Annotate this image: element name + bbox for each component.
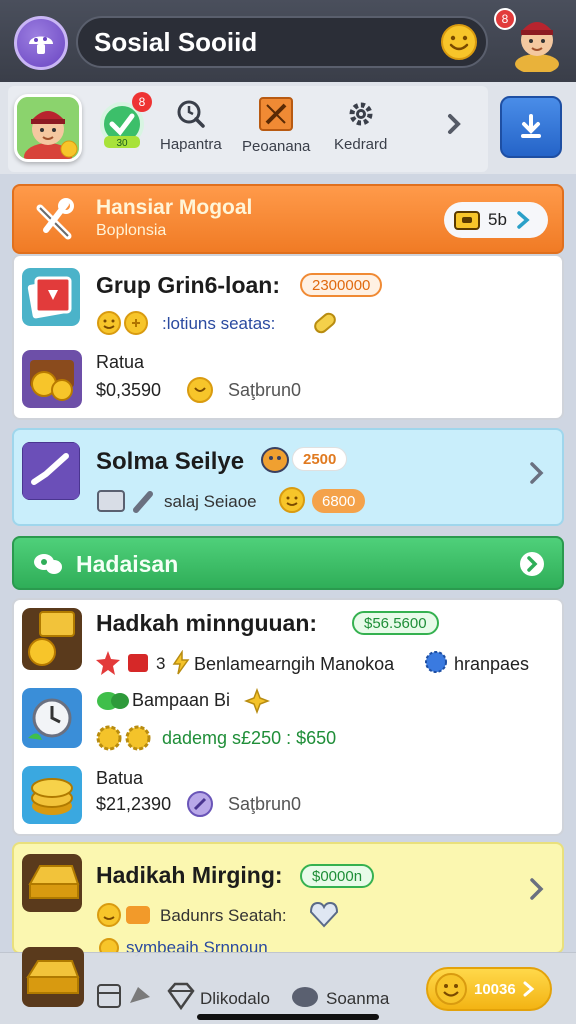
gear-icon: [349, 102, 373, 126]
group-card-title: Grup Grin6-loan:: [96, 272, 280, 298]
star-and-gift-icon: [96, 651, 148, 675]
promo-coin-value: 5b: [488, 210, 507, 229]
nav-item-hapantra[interactable]: Hapantra: [160, 98, 222, 158]
smiley-coin-icon: [435, 973, 467, 1005]
nav-label-kedrard: Kedrard: [334, 136, 388, 153]
group-card-status: Saţbrun0: [228, 380, 302, 400]
gold-bars-icon: [22, 608, 82, 670]
smiley-icon: [279, 487, 305, 513]
nav-label-hapantra: Hapantra: [160, 136, 222, 153]
profile-avatar[interactable]: [510, 10, 564, 72]
emoji-coins-icon: [97, 311, 148, 335]
box-and-pen-icon: [97, 490, 153, 513]
chat-bubbles-icon: [34, 554, 62, 574]
heart-shield-icon: [309, 901, 339, 928]
chevron-right-icon: [517, 211, 530, 229]
section-header-green[interactable]: Hadaisan: [12, 536, 564, 590]
chevron-right-icon: [523, 981, 535, 997]
weekly-gift-count: 3: [156, 654, 166, 673]
weekly-gift-line4: dademg s£250 : $650: [162, 728, 337, 748]
coin-icon: [187, 377, 213, 403]
top-bar: Sosial Sooiid 8: [0, 0, 576, 82]
nav-badge: 8: [132, 92, 152, 112]
calendar-hand-icon[interactable]: [96, 981, 156, 1011]
pot-icon[interactable]: [290, 983, 320, 1009]
solma-card-title: Solma Seilye: [96, 448, 245, 475]
gear-coins-icon: [96, 725, 151, 751]
chevron-right-icon[interactable]: [526, 874, 548, 904]
cards-tile-icon: [22, 268, 80, 326]
blob-icon: [261, 447, 289, 473]
bottom-item-2[interactable]: Soanma: [326, 989, 389, 1009]
gem-icon[interactable]: [166, 981, 196, 1011]
badge-icon: [425, 651, 447, 673]
sparkle-coin-icon: [244, 688, 270, 714]
group-card-subline: :lotiuns seatas:: [162, 314, 276, 333]
sword-tile-icon: [259, 97, 294, 131]
tools-icon: [36, 198, 74, 240]
bottom-pill-value: 10036: [474, 980, 516, 998]
check-tile-icon: [22, 442, 80, 500]
weekly-gift-line3: Bampaan Bi: [132, 690, 231, 710]
lightning-icon: [172, 650, 190, 675]
promo-title: Hansiar Mogoal: [96, 196, 253, 219]
clock-tile-icon: [22, 688, 82, 748]
weekly-gift-line2-end: hranpaes: [454, 654, 530, 674]
solma-card-tag: 2500: [292, 447, 348, 471]
mushroom-icon: [29, 36, 53, 54]
avatar-face-icon: [17, 97, 79, 159]
wallet-icon: [454, 211, 480, 230]
smiley-coin-icon[interactable]: [440, 23, 478, 61]
weekly-gift-tag: $56.5600: [352, 611, 439, 635]
monthly-gift-title: Hadikah Mirging:: [96, 862, 283, 888]
promo-coin-pill[interactable]: 5b: [444, 202, 548, 238]
weekly-gift-title: Hadkah minnguuan:: [96, 610, 318, 636]
bandage-icon: [314, 312, 336, 334]
section-title: Hadaisan: [76, 551, 179, 577]
user-avatar[interactable]: [14, 94, 82, 162]
monthly-gift-subline: Badunrs Seatah:: [160, 906, 287, 925]
group-card-tag: 2300000: [300, 273, 383, 297]
search-clock-icon: [177, 100, 205, 128]
promo-subtitle: Boplonsia: [96, 222, 167, 239]
weekly-gift-price: $21,2390: [96, 794, 172, 814]
home-indicator: [197, 1014, 379, 1020]
nav-item-peoanana[interactable]: Peoanana: [242, 96, 310, 156]
nav-item-kedrard[interactable]: Kedrard: [334, 98, 387, 158]
group-card-price: $0,3590: [96, 380, 162, 400]
weekly-gift-card[interactable]: Hadkah minnguuan: $56.5600 3 Benlamearng…: [12, 598, 564, 836]
gold-ingot-icon: [22, 854, 82, 912]
money-wings-icon: [97, 692, 129, 710]
solma-card[interactable]: Solma Seilye 2500 salaj Seiaoe 6800: [12, 428, 564, 526]
coins-chest-icon: [22, 350, 82, 408]
gold-brick-icon[interactable]: [22, 947, 84, 1007]
chevron-right-icon[interactable]: [526, 458, 548, 488]
pen-coin-icon: [187, 791, 213, 817]
bottom-coin-pill[interactable]: 10036: [426, 967, 552, 1011]
check-badge-count: 30: [116, 138, 128, 149]
smiley-ticket-icon: [97, 903, 150, 927]
search-text: Sosial Sooiid: [94, 26, 258, 57]
chevron-circle-icon[interactable]: [518, 550, 546, 578]
weekly-gift-row-title: Batua: [96, 768, 144, 788]
nav-label-peoanana: Peoanana: [242, 138, 311, 155]
group-card[interactable]: Grup Grin6-loan: 2300000 :lotiuns seatas…: [12, 254, 564, 420]
download-icon: [521, 114, 541, 138]
chevron-right-icon[interactable]: [440, 110, 468, 138]
solma-card-tag2: 6800: [312, 489, 366, 513]
group-card-row-title: Ratua: [96, 352, 145, 372]
home-menu-button[interactable]: [14, 16, 68, 70]
coin-stack-icon: [22, 766, 82, 824]
search-bar[interactable]: Sosial Sooiid: [76, 16, 488, 68]
solma-card-subline: salaj Seiaoe: [164, 492, 257, 511]
monthly-gift-tag: $0000n: [300, 864, 375, 888]
bottom-item-1[interactable]: Dlikodalo: [200, 989, 270, 1009]
weekly-gift-status: Saţbrun0: [228, 794, 302, 814]
download-button[interactable]: [500, 96, 562, 158]
monthly-gift-card[interactable]: Hadikah Mirging: $0000n Badunrs Seatah: …: [12, 842, 564, 957]
promo-banner[interactable]: Hansiar Mogoal Boplonsia 5b: [12, 184, 564, 254]
weekly-gift-line2: Benlamearngih Manokoa: [194, 654, 395, 674]
